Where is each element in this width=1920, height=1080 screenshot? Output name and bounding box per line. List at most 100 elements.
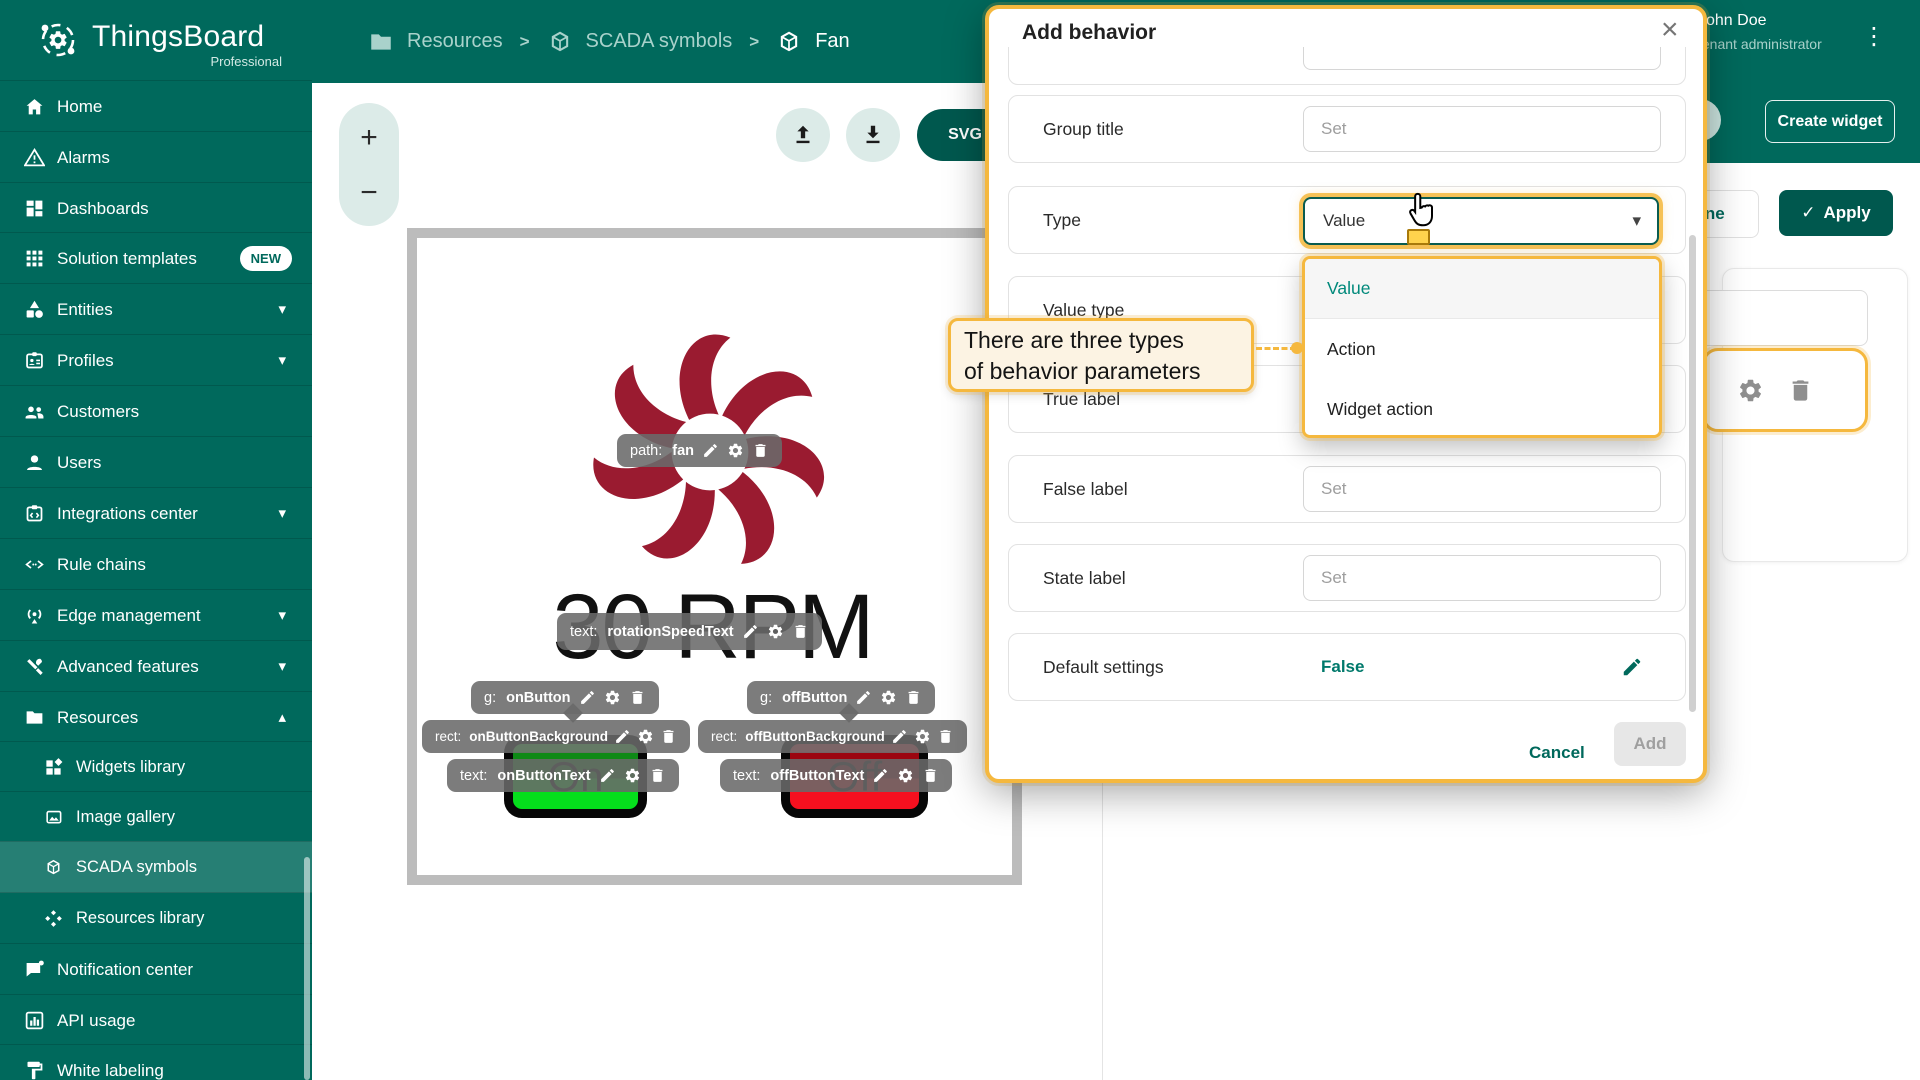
sidebar-item-profiles[interactable]: Profiles ▾ <box>0 334 312 386</box>
sidebar-item-home[interactable]: Home <box>0 80 312 132</box>
sidebar-item-edge-management[interactable]: Edge management ▾ <box>0 589 312 641</box>
folder-icon <box>368 29 394 55</box>
edit-icon[interactable] <box>702 442 719 459</box>
type-dropdown-menu: Value Action Widget action <box>1302 256 1662 438</box>
download-button[interactable] <box>846 108 900 162</box>
chevron-down-icon: ▾ <box>1632 211 1641 231</box>
tag-chip-off-button-group[interactable]: g:offButton <box>747 681 935 714</box>
dashboard-icon <box>24 198 45 219</box>
user-name: John Doe <box>1698 12 1822 30</box>
trash-icon[interactable] <box>752 442 769 459</box>
group-title-input[interactable]: Set <box>1303 106 1661 152</box>
create-widget-button[interactable]: Create widget <box>1765 100 1895 143</box>
edit-icon[interactable] <box>855 689 872 706</box>
cancel-button[interactable]: Cancel <box>1529 731 1585 775</box>
more-menu-icon[interactable]: ⋮ <box>1862 22 1886 51</box>
state-label-input[interactable]: Set <box>1303 555 1661 601</box>
trash-icon[interactable] <box>937 728 954 745</box>
gear-icon[interactable] <box>727 442 744 459</box>
brand-edition: Professional <box>210 54 282 69</box>
trash-icon[interactable] <box>660 728 677 745</box>
breadcrumb-scada-symbols[interactable]: SCADA symbols <box>586 30 733 53</box>
download-icon <box>860 122 886 148</box>
sidebar-item-white-labeling[interactable]: White labeling <box>0 1044 312 1080</box>
sidebar-item-alarms[interactable]: Alarms <box>0 131 312 183</box>
zoom-in-button[interactable]: + <box>339 121 399 155</box>
trash-icon[interactable] <box>792 623 809 640</box>
integration-icon <box>24 503 45 524</box>
zoom-out-button[interactable]: − <box>339 176 399 210</box>
sidebar-item-api-usage[interactable]: API usage <box>0 994 312 1046</box>
paint-roller-icon <box>24 1060 45 1080</box>
sidebar-item-integrations-center[interactable]: Integrations center ▾ <box>0 487 312 539</box>
cursor-pointer-icon <box>1404 191 1440 231</box>
partial-input[interactable] <box>1303 47 1661 70</box>
diamonds-icon <box>44 909 63 928</box>
sidebar-item-resources-library[interactable]: Resources library <box>0 892 312 944</box>
field-row-default-settings: Default settings False <box>1008 633 1686 701</box>
edit-icon[interactable] <box>579 689 596 706</box>
gear-icon[interactable] <box>914 728 931 745</box>
sidebar-item-widgets-library[interactable]: Widgets library <box>0 741 312 793</box>
sidebar-item-users[interactable]: Users <box>0 436 312 488</box>
scrolled-row-partial <box>1008 47 1690 92</box>
edit-icon[interactable] <box>872 767 889 784</box>
sidebar: ThingsBoard Professional Home Alarms Das… <box>0 0 312 1080</box>
tag-chip-on-button-background[interactable]: rect:onButtonBackground <box>422 720 690 753</box>
sidebar-scrollbar[interactable] <box>304 857 310 1080</box>
trash-icon[interactable] <box>629 689 646 706</box>
check-icon: ✓ <box>1801 203 1815 223</box>
sidebar-item-scada-symbols[interactable]: SCADA symbols <box>0 841 312 893</box>
field-row-false-label: False label Set <box>1008 455 1686 523</box>
dropdown-option-action[interactable]: Action <box>1305 319 1659 379</box>
gear-icon[interactable] <box>897 767 914 784</box>
gear-icon[interactable] <box>1737 377 1764 404</box>
false-label-input[interactable]: Set <box>1303 466 1661 512</box>
breadcrumb-resources[interactable]: Resources <box>407 30 503 53</box>
trash-icon[interactable] <box>1787 377 1814 404</box>
trash-icon[interactable] <box>649 767 666 784</box>
antenna-icon <box>24 605 45 626</box>
sidebar-item-advanced-features[interactable]: Advanced features ▾ <box>0 640 312 692</box>
gear-icon[interactable] <box>637 728 654 745</box>
gear-icon[interactable] <box>604 689 621 706</box>
edit-icon[interactable] <box>891 728 908 745</box>
sidebar-item-notification-center[interactable]: Notification center <box>0 943 312 995</box>
edit-icon[interactable] <box>614 728 631 745</box>
edit-icon[interactable] <box>599 767 616 784</box>
edit-icon[interactable] <box>742 623 759 640</box>
sidebar-item-dashboards[interactable]: Dashboards <box>0 182 312 234</box>
sidebar-item-solution-templates[interactable]: Solution templates NEW <box>0 232 312 284</box>
gear-icon[interactable] <box>624 767 641 784</box>
trash-icon[interactable] <box>905 689 922 706</box>
tag-chip-on-button-text[interactable]: text:onButtonText <box>447 759 679 792</box>
gear-icon[interactable] <box>767 623 784 640</box>
tooltip-connector-line <box>1256 347 1296 350</box>
trash-icon[interactable] <box>922 767 939 784</box>
apply-button[interactable]: ✓Apply <box>1779 190 1893 236</box>
tag-chip-off-button-text[interactable]: text:offButtonText <box>720 759 952 792</box>
close-icon[interactable]: × <box>1661 13 1679 47</box>
sidebar-item-resources[interactable]: Resources ▴ <box>0 691 312 743</box>
behavior-field[interactable] <box>1690 290 1868 346</box>
upload-icon <box>790 122 816 148</box>
tag-chip-on-button-group[interactable]: g:onButton <box>471 681 659 714</box>
sidebar-item-rule-chains[interactable]: Rule chains <box>0 538 312 590</box>
modal-scrollbar[interactable] <box>1689 235 1696 712</box>
dropdown-option-value[interactable]: Value <box>1305 259 1659 319</box>
tag-chip-off-button-background[interactable]: rect:offButtonBackground <box>698 720 967 753</box>
upload-button[interactable] <box>776 108 830 162</box>
folder-icon <box>24 707 45 728</box>
type-select[interactable]: Value ▾ <box>1303 197 1659 245</box>
sidebar-item-customers[interactable]: Customers <box>0 385 312 437</box>
scada-cube-icon <box>44 858 63 877</box>
chevron-down-icon: ▾ <box>278 300 286 318</box>
tag-chip-path-fan[interactable]: path:fan <box>617 434 782 467</box>
sidebar-item-image-gallery[interactable]: Image gallery <box>0 791 312 843</box>
dropdown-option-widget-action[interactable]: Widget action <box>1305 379 1659 438</box>
tag-chip-rotation-speed-text[interactable]: text:rotationSpeedText <box>557 613 822 650</box>
sidebar-item-entities[interactable]: Entities ▾ <box>0 283 312 335</box>
add-button[interactable]: Add <box>1614 722 1686 766</box>
edit-icon[interactable] <box>1621 656 1643 678</box>
gear-icon[interactable] <box>880 689 897 706</box>
